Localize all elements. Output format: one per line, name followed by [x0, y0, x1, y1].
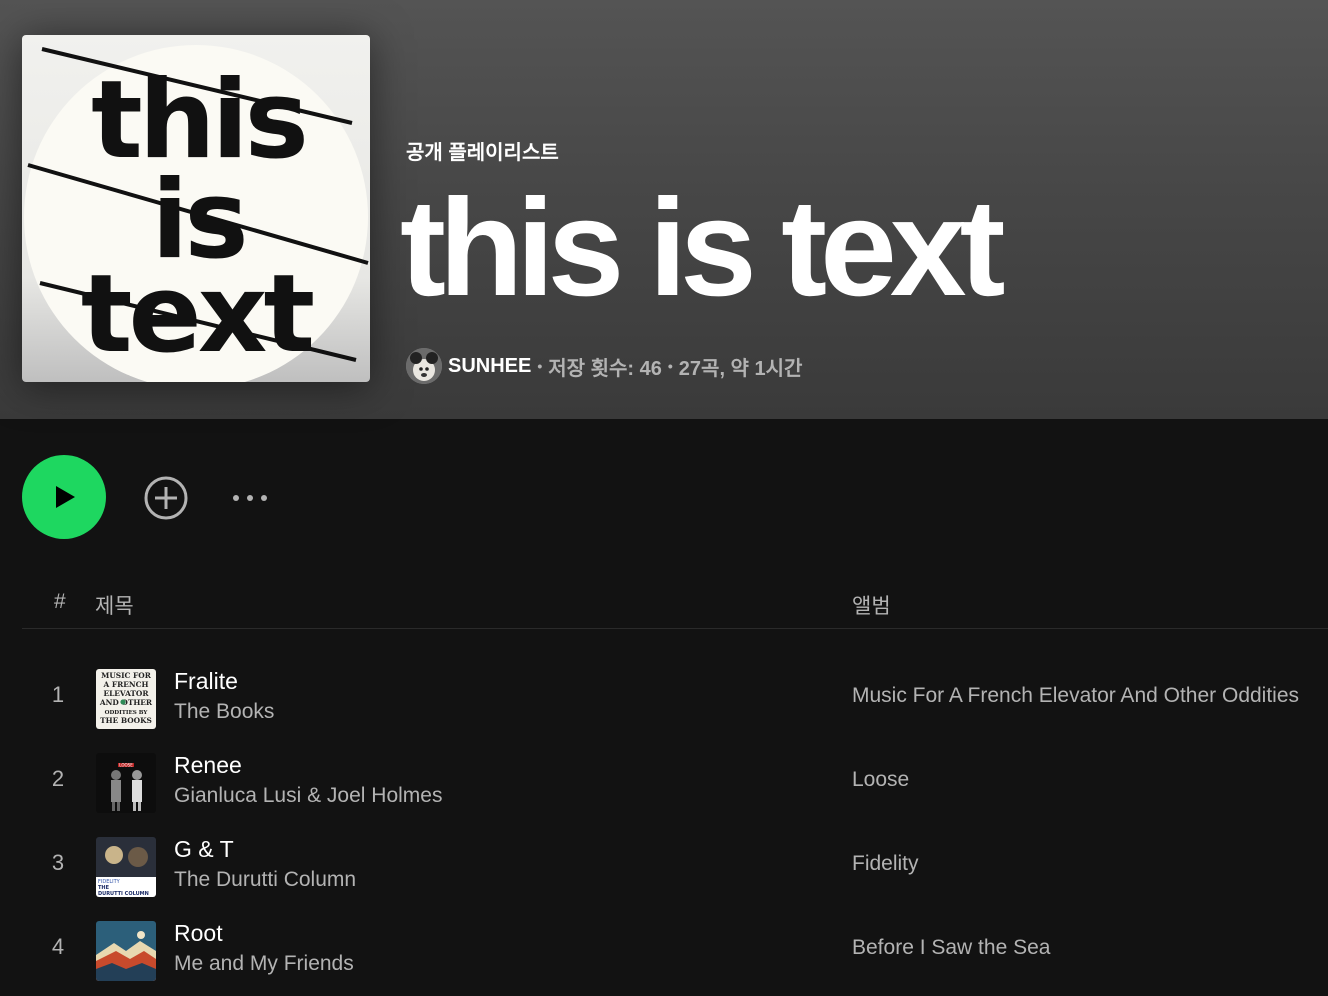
track-artist[interactable]: Gianluca Lusi & Joel Holmes: [174, 784, 442, 808]
track-album[interactable]: Fidelity: [852, 852, 919, 876]
svg-text:ELEVATOR: ELEVATOR: [103, 689, 149, 698]
cover-word-3: text: [81, 252, 314, 377]
add-circle-icon: [144, 476, 188, 520]
track-title[interactable]: Renee: [174, 752, 242, 779]
svg-text:THE BOOKS: THE BOOKS: [100, 716, 152, 725]
track-album[interactable]: Loose: [852, 768, 909, 792]
track-number: 2: [51, 766, 65, 791]
track-title[interactable]: Fralite: [174, 668, 238, 695]
track-artist[interactable]: The Books: [174, 700, 274, 724]
playlist-cover[interactable]: this is text: [22, 35, 370, 382]
track-title[interactable]: Root: [174, 920, 223, 947]
svg-text:A FRENCH: A FRENCH: [103, 680, 149, 689]
more-options-button[interactable]: [227, 483, 273, 513]
svg-text:MUSIC FOR: MUSIC FOR: [101, 671, 152, 680]
column-album-header: 앨범: [852, 595, 891, 618]
svg-text:LOOSE: LOOSE: [119, 763, 133, 768]
track-row[interactable]: 1 MUSIC FOR A FRENCH ELEVATOR AND OTHER …: [22, 654, 1328, 738]
track-count-duration: 27곡, 약 1시간: [678, 357, 803, 380]
meta-separator: •: [537, 358, 543, 374]
track-album[interactable]: Music For A French Elevator And Other Od…: [852, 684, 1299, 708]
track-cover-art: LOOSE: [96, 753, 156, 813]
playlist-meta: SUNHEE • 저장 횟수: 46 • 27곡, 약 1시간: [406, 347, 802, 385]
playlist-title: this is text: [400, 171, 1006, 325]
more-options-icon: [247, 495, 253, 501]
track-table-header: # 제목 앨범: [22, 580, 1328, 629]
track-number: 3: [51, 850, 65, 875]
track-number: 1: [51, 682, 65, 707]
track-title[interactable]: G & T: [174, 836, 234, 863]
meta-separator: •: [667, 358, 673, 374]
track-artist[interactable]: Me and My Friends: [174, 952, 354, 976]
save-count: 저장 횟수: 46: [548, 357, 662, 380]
play-icon: [56, 486, 75, 508]
column-title-header: 제목: [95, 595, 134, 618]
track-row[interactable]: 3 FIDELITY THE DURUTTI COLUMN G & T The …: [22, 822, 1328, 906]
more-options-icon: [261, 495, 267, 501]
column-number-header: #: [54, 590, 66, 613]
track-row[interactable]: 4 Root Me and My Friends Before I Saw th…: [22, 906, 1328, 990]
owner-avatar[interactable]: [406, 348, 442, 384]
svg-text:AND OTHER: AND OTHER: [99, 698, 153, 707]
track-number: 4: [51, 934, 65, 959]
track-row[interactable]: 2 LOOSE Renee Gianluca Lusi & Joel Holme…: [22, 738, 1328, 822]
owner-name-link[interactable]: SUNHEE: [448, 355, 531, 378]
track-artist[interactable]: The Durutti Column: [174, 868, 356, 892]
more-options-icon: [233, 495, 239, 501]
action-bar: [22, 455, 422, 539]
track-cover-art: FIDELITY THE DURUTTI COLUMN: [96, 837, 156, 897]
track-cover-art: [96, 921, 156, 981]
play-button[interactable]: [22, 455, 106, 539]
svg-text:DURUTTI COLUMN: DURUTTI COLUMN: [98, 891, 149, 897]
track-album[interactable]: Before I Saw the Sea: [852, 936, 1050, 960]
track-cover-art: MUSIC FOR A FRENCH ELEVATOR AND OTHER OD…: [96, 669, 156, 729]
add-to-library-button[interactable]: [143, 475, 189, 521]
playlist-type-label: 공개 플레이리스트: [406, 142, 559, 164]
